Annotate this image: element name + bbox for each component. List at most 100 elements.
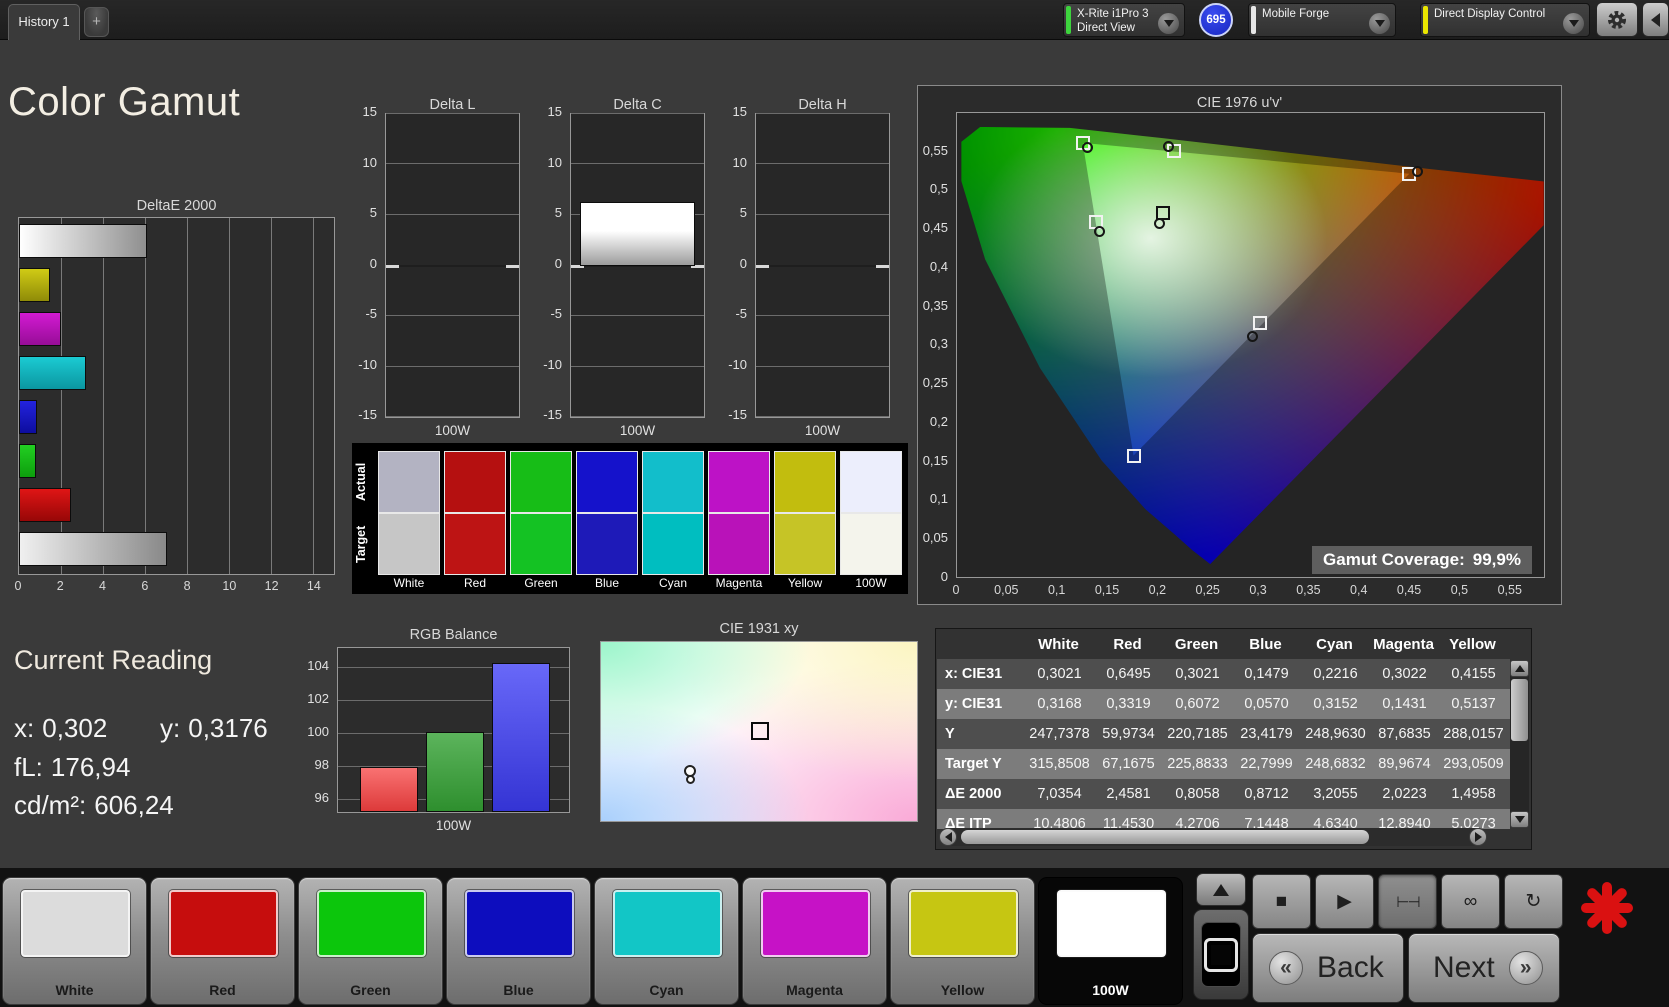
cie1976-chromaticity-diagram [957,113,1544,577]
delta_h-zero-tick [876,265,889,268]
delta-l-y-axis: 151050-5-10-15 [351,113,381,418]
rgb-balance-ytick-label: 100 [297,724,329,739]
deltae2000-xtick-label: 4 [99,579,106,593]
patch-button-green[interactable]: Green [298,877,443,1005]
patch-window-up-button[interactable] [1196,873,1246,906]
stop-button[interactable]: ■ [1252,874,1311,929]
table-cell: 248,6832 [1301,756,1370,772]
delta_c-ytick-label: 0 [532,256,562,271]
tab-history-1[interactable]: History 1 [8,4,80,40]
measure-single-button[interactable]: ⊢⊣ [1378,874,1437,929]
results-table: WhiteRedGreenBlueCyanMagentaYellow x: CI… [935,628,1532,850]
delta_c-ytick-label: -10 [532,357,562,372]
delta_l-gridline [386,416,519,417]
play-button[interactable]: ▶ [1315,874,1374,929]
cie1976-measured-red [1412,166,1423,177]
gear-icon [1606,9,1628,31]
new-tab-button[interactable]: + [84,7,109,37]
chevron-left-icon: « [1269,951,1303,985]
table-vertical-scrollbar[interactable] [1510,660,1529,828]
patch-button-cyan[interactable]: Cyan [594,877,739,1005]
scroll-right-button[interactable] [1469,828,1487,846]
table-row: y: CIE310,31680,33190,60720,05700,31520,… [937,689,1510,719]
workflow-selector-dropdown[interactable]: Mobile Forge [1248,3,1396,37]
cie1976-ytick-label: 0,45 [904,220,948,235]
rgb-balance-x-label: 100W [337,818,570,833]
table-horizontal-scrollbar[interactable] [939,828,1487,846]
actual-swatch [774,451,836,513]
delta-h-chart [755,113,890,418]
horizontal-scroll-thumb[interactable] [961,830,1369,844]
rgb-balance-ytick-label: 96 [297,790,329,805]
patch-button-blue[interactable]: Blue [446,877,591,1005]
chevron-down-icon[interactable] [1563,13,1584,34]
deltae2000-xtick-label: 14 [307,579,321,593]
delta_h-gridline [756,315,889,316]
patch-button-100w[interactable]: 100W [1038,877,1183,1005]
table-cell: 2,0223 [1370,786,1439,802]
cie1976-xtick-label: 0,4 [1350,583,1367,597]
patch-button-red[interactable]: Red [150,877,295,1005]
delta_l-gridline [386,366,519,367]
delta_c-bar-100w [580,202,695,266]
chevron-down-icon[interactable] [1369,13,1390,34]
results-table-column-yellow: Yellow [1438,636,1507,653]
scroll-left-button[interactable] [939,828,957,846]
delta_l-ytick-label: 15 [347,104,377,119]
cie1976-xtick-label: 0,05 [994,583,1018,597]
cie1931-measured-marker [686,775,695,784]
arrow-up-icon [1213,884,1229,896]
delta_h-zero-tick [756,265,769,268]
patch-button-label: Cyan [595,982,738,998]
patch-button-yellow[interactable]: Yellow [890,877,1035,1005]
measure-continuous-button[interactable]: ∞ [1441,874,1500,929]
delta_c-ytick-label: 15 [532,104,562,119]
cie1976-xtick-label: 0,55 [1498,583,1522,597]
table-row: x: CIE310,30210,64950,30210,14790,22160,… [937,659,1510,689]
display-control-dropdown[interactable]: Direct Display Control [1420,3,1590,37]
deltae2000-gridline [187,218,188,574]
delta_h-ytick-label: -15 [717,407,747,422]
table-cell: 67,1675 [1094,756,1163,772]
delta-c-chart-title: Delta C [570,97,705,113]
delta-h-y-axis: 151050-5-10-15 [721,113,751,418]
collapse-panel-button[interactable] [1642,2,1669,37]
table-cell: 22,7999 [1232,756,1301,772]
patch-button-white[interactable]: White [2,877,147,1005]
table-cell: 315,8508 [1025,756,1094,772]
patch-button-magenta[interactable]: Magenta [742,877,887,1005]
rgb-balance-bar-blue [492,663,550,812]
deltae2000-gridline [103,218,104,574]
deltae2000-gridline [229,218,230,574]
delta-l-x-label: 100W [385,423,520,438]
scroll-up-button[interactable] [1510,660,1529,677]
measure-refresh-button[interactable]: ↻ [1504,874,1563,929]
scroll-down-button[interactable] [1510,811,1529,828]
swatch-column-cyan: Cyan [642,443,704,594]
cie1976-xtick-label: 0,15 [1095,583,1119,597]
next-button[interactable]: Next » [1408,933,1560,1003]
back-button[interactable]: « Back [1252,933,1404,1003]
deltae2000-xtick-label: 2 [57,579,64,593]
deltae2000-gridline [271,218,272,574]
table-cell: 87,6835 [1370,726,1439,742]
delta_l-ytick-label: -15 [347,407,377,422]
deltae2000-bar-blue [19,400,37,434]
swatch-name-label: Magenta [708,576,770,590]
patch-button-label: Magenta [743,982,886,998]
vertical-scroll-thumb[interactable] [1511,679,1528,741]
cie1976-ytick-label: 0,3 [904,336,948,351]
table-cell: 0,3168 [1025,696,1094,712]
settings-button[interactable] [1596,2,1638,37]
swatch-name-label: Green [510,576,572,590]
patch-color-swatch [21,890,130,957]
delta-c-y-axis: 151050-5-10-15 [536,113,566,418]
deltae2000-xtick-label: 12 [265,579,279,593]
cie1976-measured-cyan [1094,226,1105,237]
meter-selector-dropdown[interactable]: X-Rite i1Pro 3 Direct View [1063,3,1185,37]
blackout-pattern-button[interactable] [1193,909,1249,1000]
target-swatch [378,513,440,575]
deltae2000-xtick-label: 8 [184,579,191,593]
chevron-down-icon[interactable] [1158,13,1179,34]
table-cell: 3,2055 [1301,786,1370,802]
